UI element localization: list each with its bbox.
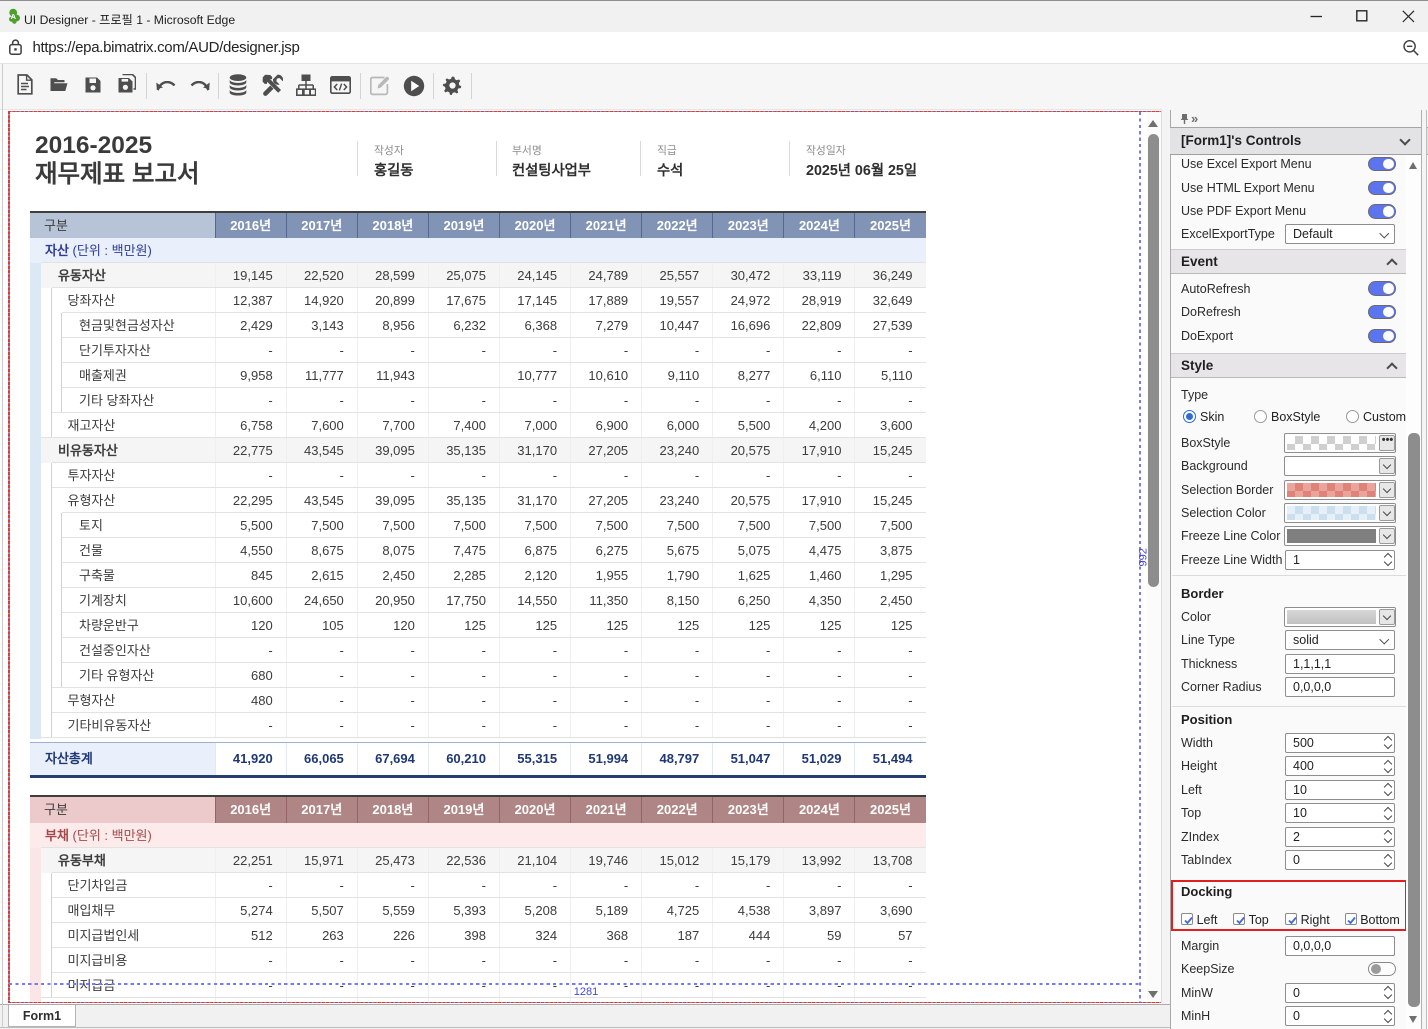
svg-text:A: A <box>10 12 16 21</box>
